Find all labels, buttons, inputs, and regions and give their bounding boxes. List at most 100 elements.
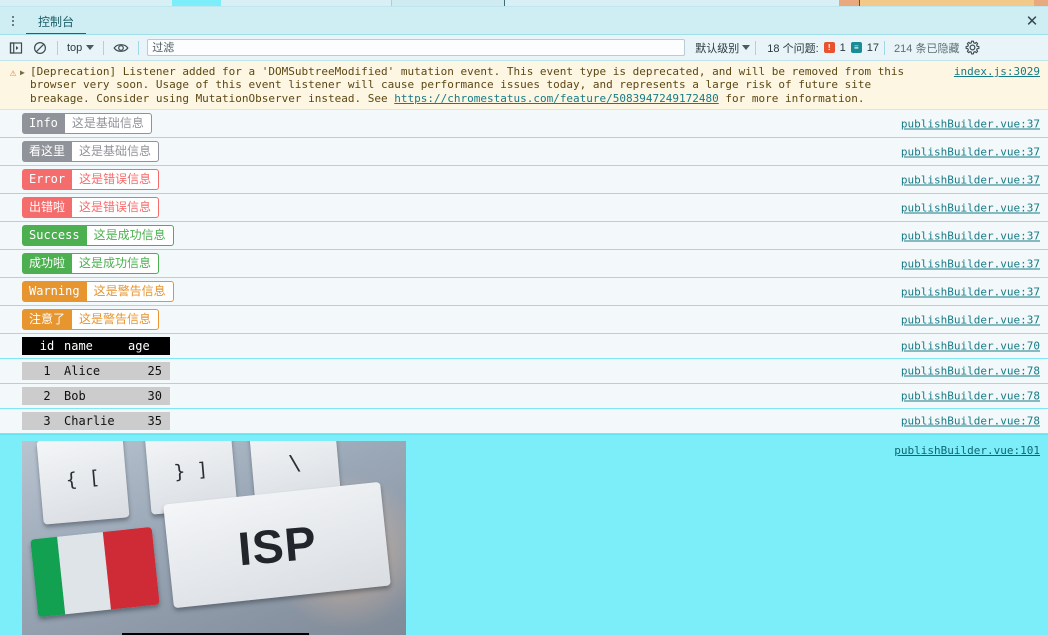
- hidden-messages-label: 214 条已隐藏: [894, 42, 960, 55]
- console-table-header-row[interactable]: id name age publishBuilder.vue:70: [0, 334, 1048, 360]
- execution-context-select[interactable]: top: [63, 41, 98, 55]
- table-row[interactable]: 1 Alice 25 publishBuilder.vue:78: [0, 359, 1048, 385]
- styled-badge: Error 这是错误信息: [22, 169, 160, 191]
- console-row[interactable]: 出错啦 这是错误信息 publishBuilder.vue:37: [0, 194, 1048, 223]
- badge-right-label: 这是成功信息: [86, 225, 174, 247]
- source-link[interactable]: index.js:3029: [954, 65, 1040, 78]
- console-row[interactable]: Success 这是成功信息 publishBuilder.vue:37: [0, 222, 1048, 251]
- tabbar-spacer: [86, 7, 1016, 35]
- table-header-id: id: [39, 339, 55, 354]
- table-row-cells: 2 Bob 30: [22, 387, 170, 406]
- table-row-cells: 1 Alice 25: [22, 362, 170, 381]
- tab-console[interactable]: 控制台: [26, 7, 87, 35]
- source-link[interactable]: publishBuilder.vue:37: [901, 285, 1040, 298]
- live-expression-icon[interactable]: [109, 37, 133, 59]
- console-image[interactable]: { [ } ] \ ISP 昨天有个客户向我咨询代理IP的价格: [22, 441, 406, 635]
- table-cell-id: 1: [43, 364, 51, 379]
- clear-console-icon[interactable]: [28, 37, 52, 59]
- console-message-list[interactable]: ⚠ ▶ [Deprecation] Listener added for a '…: [0, 61, 1048, 635]
- source-link[interactable]: publishBuilder.vue:37: [901, 257, 1040, 270]
- toolbar-separator-5: [884, 40, 886, 55]
- console-row[interactable]: 看这里 这是基础信息 publishBuilder.vue:37: [0, 138, 1048, 167]
- badge-right-label: 这是警告信息: [86, 281, 174, 303]
- badge-left-label: 出错啦: [22, 197, 73, 219]
- styled-badge: Warning 这是警告信息: [22, 281, 174, 303]
- close-icon[interactable]: ✕: [1016, 7, 1048, 35]
- table-cell-name: Alice: [64, 364, 101, 379]
- table-cell-age: 35: [147, 414, 162, 429]
- chevron-down-icon: [86, 45, 95, 50]
- chevron-down-icon: [742, 45, 751, 50]
- issues-label: 18 个问题:: [767, 42, 819, 55]
- source-link[interactable]: publishBuilder.vue:78: [901, 365, 1040, 378]
- toolbar-separator-2: [103, 40, 105, 55]
- expand-arrow-icon[interactable]: ▶: [20, 65, 30, 105]
- console-row[interactable]: 成功啦 这是成功信息 publishBuilder.vue:37: [0, 250, 1048, 279]
- source-link[interactable]: publishBuilder.vue:101: [894, 444, 1040, 457]
- table-row-cells: 3 Charlie 35: [22, 412, 170, 431]
- styled-badge: 看这里 这是基础信息: [22, 141, 160, 163]
- source-link[interactable]: publishBuilder.vue:37: [901, 145, 1040, 158]
- error-count: 1: [839, 41, 846, 54]
- tabbar-underline: [0, 34, 1048, 35]
- source-link[interactable]: publishBuilder.vue:37: [901, 117, 1040, 130]
- table-cell-name: Bob: [64, 389, 86, 404]
- badge-left-label: 看这里: [22, 141, 73, 163]
- log-level-select[interactable]: 默认级别: [695, 40, 751, 56]
- styled-badge: Info 这是基础信息: [22, 113, 152, 135]
- source-link[interactable]: publishBuilder.vue:78: [901, 390, 1040, 403]
- warning-triangle-icon: ⚠: [9, 66, 17, 79]
- source-link[interactable]: publishBuilder.vue:78: [901, 415, 1040, 428]
- table-row[interactable]: 3 Charlie 35 publishBuilder.vue:78: [0, 409, 1048, 435]
- console-row[interactable]: Info 这是基础信息 publishBuilder.vue:37: [0, 110, 1048, 139]
- source-link[interactable]: publishBuilder.vue:37: [901, 173, 1040, 186]
- table-row[interactable]: 2 Bob 30 publishBuilder.vue:78: [0, 384, 1048, 410]
- keyboard-key-brace: { [: [36, 441, 130, 525]
- console-image-row[interactable]: publishBuilder.vue:101 { [ } ] \ ISP: [0, 434, 1048, 635]
- table-header-age: age: [128, 339, 150, 354]
- source-link[interactable]: publishBuilder.vue:37: [901, 201, 1040, 214]
- source-link[interactable]: publishBuilder.vue:70: [901, 340, 1040, 353]
- chromestatus-link[interactable]: https://chromestatus.com/feature/5083947…: [394, 92, 719, 105]
- badge-right-label: 这是错误信息: [72, 197, 160, 219]
- source-link[interactable]: publishBuilder.vue:37: [901, 229, 1040, 242]
- table-header: id name age: [22, 337, 170, 356]
- table-cell-age: 30: [147, 389, 162, 404]
- console-table-body: 2 Bob 30: [22, 387, 170, 406]
- info-count: 17: [866, 41, 880, 54]
- toolbar-separator-4: [755, 40, 757, 55]
- badge-left-label: 注意了: [22, 309, 73, 331]
- badge-right-label: 这是错误信息: [72, 169, 160, 191]
- console-row[interactable]: Warning 这是警告信息 publishBuilder.vue:37: [0, 278, 1048, 307]
- page-content-strip: [0, 0, 1048, 7]
- badge-left-label: Error: [22, 169, 73, 191]
- console-table: id name age: [22, 337, 170, 356]
- keyboard-key-italy-flag: [30, 527, 160, 618]
- console-warning-message[interactable]: ⚠ ▶ [Deprecation] Listener added for a '…: [0, 61, 1048, 111]
- warning-text-part2: for more information.: [718, 91, 865, 105]
- source-link[interactable]: publishBuilder.vue:37: [901, 313, 1040, 326]
- console-sidebar-toggle-icon[interactable]: [4, 37, 28, 59]
- error-badge-icon: !: [823, 42, 835, 53]
- issues-summary[interactable]: 18 个问题: ! 1 ≡ 17: [767, 40, 879, 56]
- log-level-label: 默认级别: [695, 42, 740, 55]
- toolbar-separator-1: [57, 40, 58, 55]
- styled-badge: Success 这是成功信息: [22, 225, 174, 247]
- table-cell-id: 2: [43, 389, 51, 404]
- filter-input[interactable]: [147, 39, 686, 56]
- console-settings-icon[interactable]: [965, 40, 980, 55]
- console-row[interactable]: 注意了 这是警告信息 publishBuilder.vue:37: [0, 306, 1048, 335]
- styled-badge: 出错啦 这是错误信息: [22, 197, 160, 219]
- table-cell-id: 3: [43, 414, 51, 429]
- table-cell-age: 25: [147, 364, 162, 379]
- warning-text: [Deprecation] Listener added for a 'DOMS…: [30, 65, 930, 105]
- badge-right-label: 这是警告信息: [72, 309, 160, 331]
- badge-left-label: Info: [22, 113, 65, 135]
- badge-left-label: Success: [22, 225, 87, 247]
- more-options-icon[interactable]: [0, 7, 26, 35]
- styled-badge: 成功啦 这是成功信息: [22, 253, 160, 275]
- console-row[interactable]: Error 这是错误信息 publishBuilder.vue:37: [0, 166, 1048, 195]
- devtools-window: 控制台 ✕ top 过滤 默认级别 18 个问题: ! 1 ≡ 17 214 条…: [0, 0, 1048, 635]
- devtools-tabbar: 控制台 ✕: [0, 7, 1048, 35]
- badge-right-label: 这是基础信息: [64, 113, 152, 135]
